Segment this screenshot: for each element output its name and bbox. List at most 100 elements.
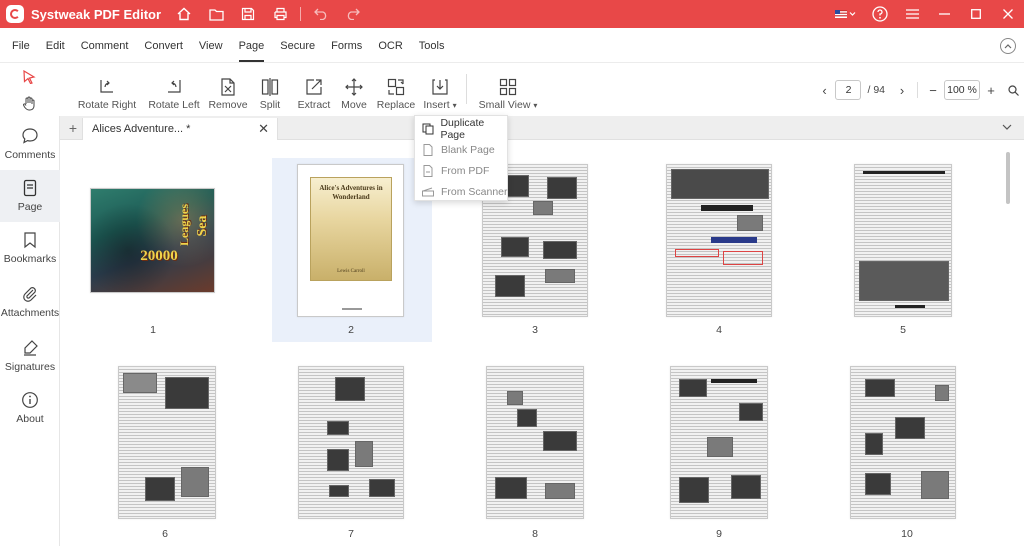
remove-page-icon: [221, 78, 235, 96]
save-icon[interactable]: [232, 0, 264, 28]
home-icon[interactable]: [168, 0, 200, 28]
language-flag-icon[interactable]: [828, 0, 864, 28]
sidebar-item-signatures[interactable]: Signatures: [0, 330, 60, 382]
next-page-icon[interactable]: ›: [891, 79, 913, 101]
print-icon[interactable]: [264, 0, 296, 28]
page-thumbnail-selected[interactable]: Alice's Adventures in Wonderland Lewis C…: [272, 158, 432, 342]
page-number: 2: [348, 324, 354, 336]
grid-view-icon: [499, 78, 517, 96]
vertical-scrollbar[interactable]: [1002, 144, 1016, 546]
page-4-newspaper: [666, 164, 772, 317]
total-pages: / 94: [867, 84, 885, 96]
hand-tool-icon[interactable]: [18, 92, 40, 114]
insert-dropdown-icon: ▾: [452, 101, 457, 110]
maximize-icon[interactable]: [960, 0, 992, 28]
split-label: Split: [259, 99, 281, 111]
replace-icon: [387, 78, 405, 96]
close-tab-icon[interactable]: ✕: [258, 121, 269, 137]
document-tab[interactable]: Alices Adventure... * ✕: [82, 118, 278, 140]
page-thumbnail[interactable]: 4: [644, 160, 804, 340]
insert-from-scanner[interactable]: From Scanner: [415, 181, 509, 202]
menu-bar: File Edit Comment Convert View Page Secu…: [0, 30, 1024, 62]
rotate-right-button[interactable]: Rotate Right: [76, 68, 138, 116]
sidebar-label-signatures: Signatures: [4, 361, 56, 373]
cover-title-sea: Sea: [195, 215, 210, 237]
cover-book-title: Alice's Adventures in Wonderland: [319, 184, 383, 202]
app-title: Systweak PDF Editor: [31, 6, 162, 22]
page-thumbnail[interactable]: 5: [828, 160, 988, 340]
menu-icon[interactable]: [896, 0, 928, 28]
help-icon[interactable]: [864, 0, 896, 28]
page-thumbnail[interactable]: 20000 Leagues Sea 1: [90, 160, 250, 340]
insert-blank-page[interactable]: Blank Page: [415, 139, 509, 160]
menu-convert[interactable]: Convert: [136, 30, 191, 62]
menu-ocr[interactable]: OCR: [370, 30, 410, 62]
prev-page-icon[interactable]: ‹: [813, 79, 835, 101]
insert-duplicate-page[interactable]: Duplicate Page: [415, 116, 509, 141]
menu-file[interactable]: File: [4, 30, 38, 62]
collapse-ribbon-icon[interactable]: [1000, 38, 1016, 54]
small-view-button[interactable]: Small View ▾: [477, 68, 539, 116]
new-tab-icon[interactable]: +: [64, 119, 82, 137]
rotate-left-button[interactable]: Rotate Left: [143, 68, 205, 116]
menu-comment[interactable]: Comment: [73, 30, 137, 62]
page-number: 1: [150, 324, 156, 336]
menu-edit[interactable]: Edit: [38, 30, 73, 62]
attachment-icon: [23, 287, 37, 302]
small-view-dropdown-icon: ▾: [533, 101, 538, 110]
page-thumbnail[interactable]: 10: [828, 362, 988, 542]
blank-page-label: Blank Page: [441, 143, 495, 156]
rotate-left-label: Rotate Left: [148, 99, 200, 111]
page-thumbnail[interactable]: 9: [644, 362, 804, 542]
scrollbar-thumb[interactable]: [1006, 152, 1010, 204]
sidebar-label-comments: Comments: [4, 149, 56, 161]
duplicate-page-label: Duplicate Page: [440, 116, 485, 141]
undo-icon[interactable]: [305, 0, 337, 28]
page-number: 9: [716, 528, 722, 540]
folder-icon[interactable]: [200, 0, 232, 28]
search-icon[interactable]: [1002, 79, 1024, 101]
insert-from-pdf[interactable]: From PDF: [415, 160, 509, 181]
menu-page[interactable]: Page: [231, 30, 273, 62]
split-icon: [261, 78, 279, 96]
page-thumbnail[interactable]: 7: [272, 362, 432, 542]
rotate-left-icon: [168, 80, 181, 93]
close-icon[interactable]: [992, 0, 1024, 28]
zoom-input[interactable]: 100 %: [944, 80, 980, 100]
zoom-in-icon[interactable]: +: [980, 79, 1002, 101]
document-tab-title: Alices Adventure... *: [92, 123, 191, 135]
minimize-icon[interactable]: [928, 0, 960, 28]
split-button[interactable]: Split: [253, 68, 287, 116]
page-number: 10: [901, 528, 913, 540]
redo-icon[interactable]: [337, 0, 369, 28]
extract-label: Extract: [297, 99, 331, 111]
page-thumbnail[interactable]: 8: [460, 362, 620, 542]
sidebar-item-about[interactable]: About: [0, 382, 60, 434]
extract-button[interactable]: Extract: [295, 68, 333, 116]
page-thumbnail[interactable]: 6: [90, 362, 250, 542]
sidebar-item-comments[interactable]: Comments: [0, 118, 60, 170]
move-button[interactable]: Move: [337, 68, 371, 116]
menu-secure[interactable]: Secure: [272, 30, 323, 62]
move-icon: [345, 78, 363, 96]
page-thumbnail-grid: 20000 Leagues Sea 1 Alice's Adventures i…: [60, 140, 1024, 546]
menu-tools[interactable]: Tools: [411, 30, 453, 62]
remove-button[interactable]: Remove: [207, 68, 249, 116]
sidebar-label-about: About: [16, 413, 44, 425]
replace-button[interactable]: Replace: [376, 68, 416, 116]
zoom-out-icon[interactable]: −: [922, 79, 944, 101]
page-8-newspaper: [486, 366, 584, 519]
current-page-input[interactable]: 2: [835, 80, 862, 100]
cover-title-leagues: Leagues: [177, 204, 191, 246]
sidebar-item-bookmarks[interactable]: Bookmarks: [0, 222, 60, 274]
menu-view[interactable]: View: [191, 30, 231, 62]
select-tool-icon[interactable]: [18, 66, 40, 88]
page-number: 3: [532, 324, 538, 336]
insert-button[interactable]: Insert ▾: [420, 68, 460, 116]
pdf-file-icon: [421, 164, 435, 178]
tabs-dropdown-icon[interactable]: [1002, 121, 1012, 133]
sidebar-item-page[interactable]: Page: [0, 170, 60, 222]
menu-forms[interactable]: Forms: [323, 30, 370, 62]
move-label: Move: [341, 99, 367, 111]
sidebar-item-attachments[interactable]: Attachments: [0, 276, 60, 328]
